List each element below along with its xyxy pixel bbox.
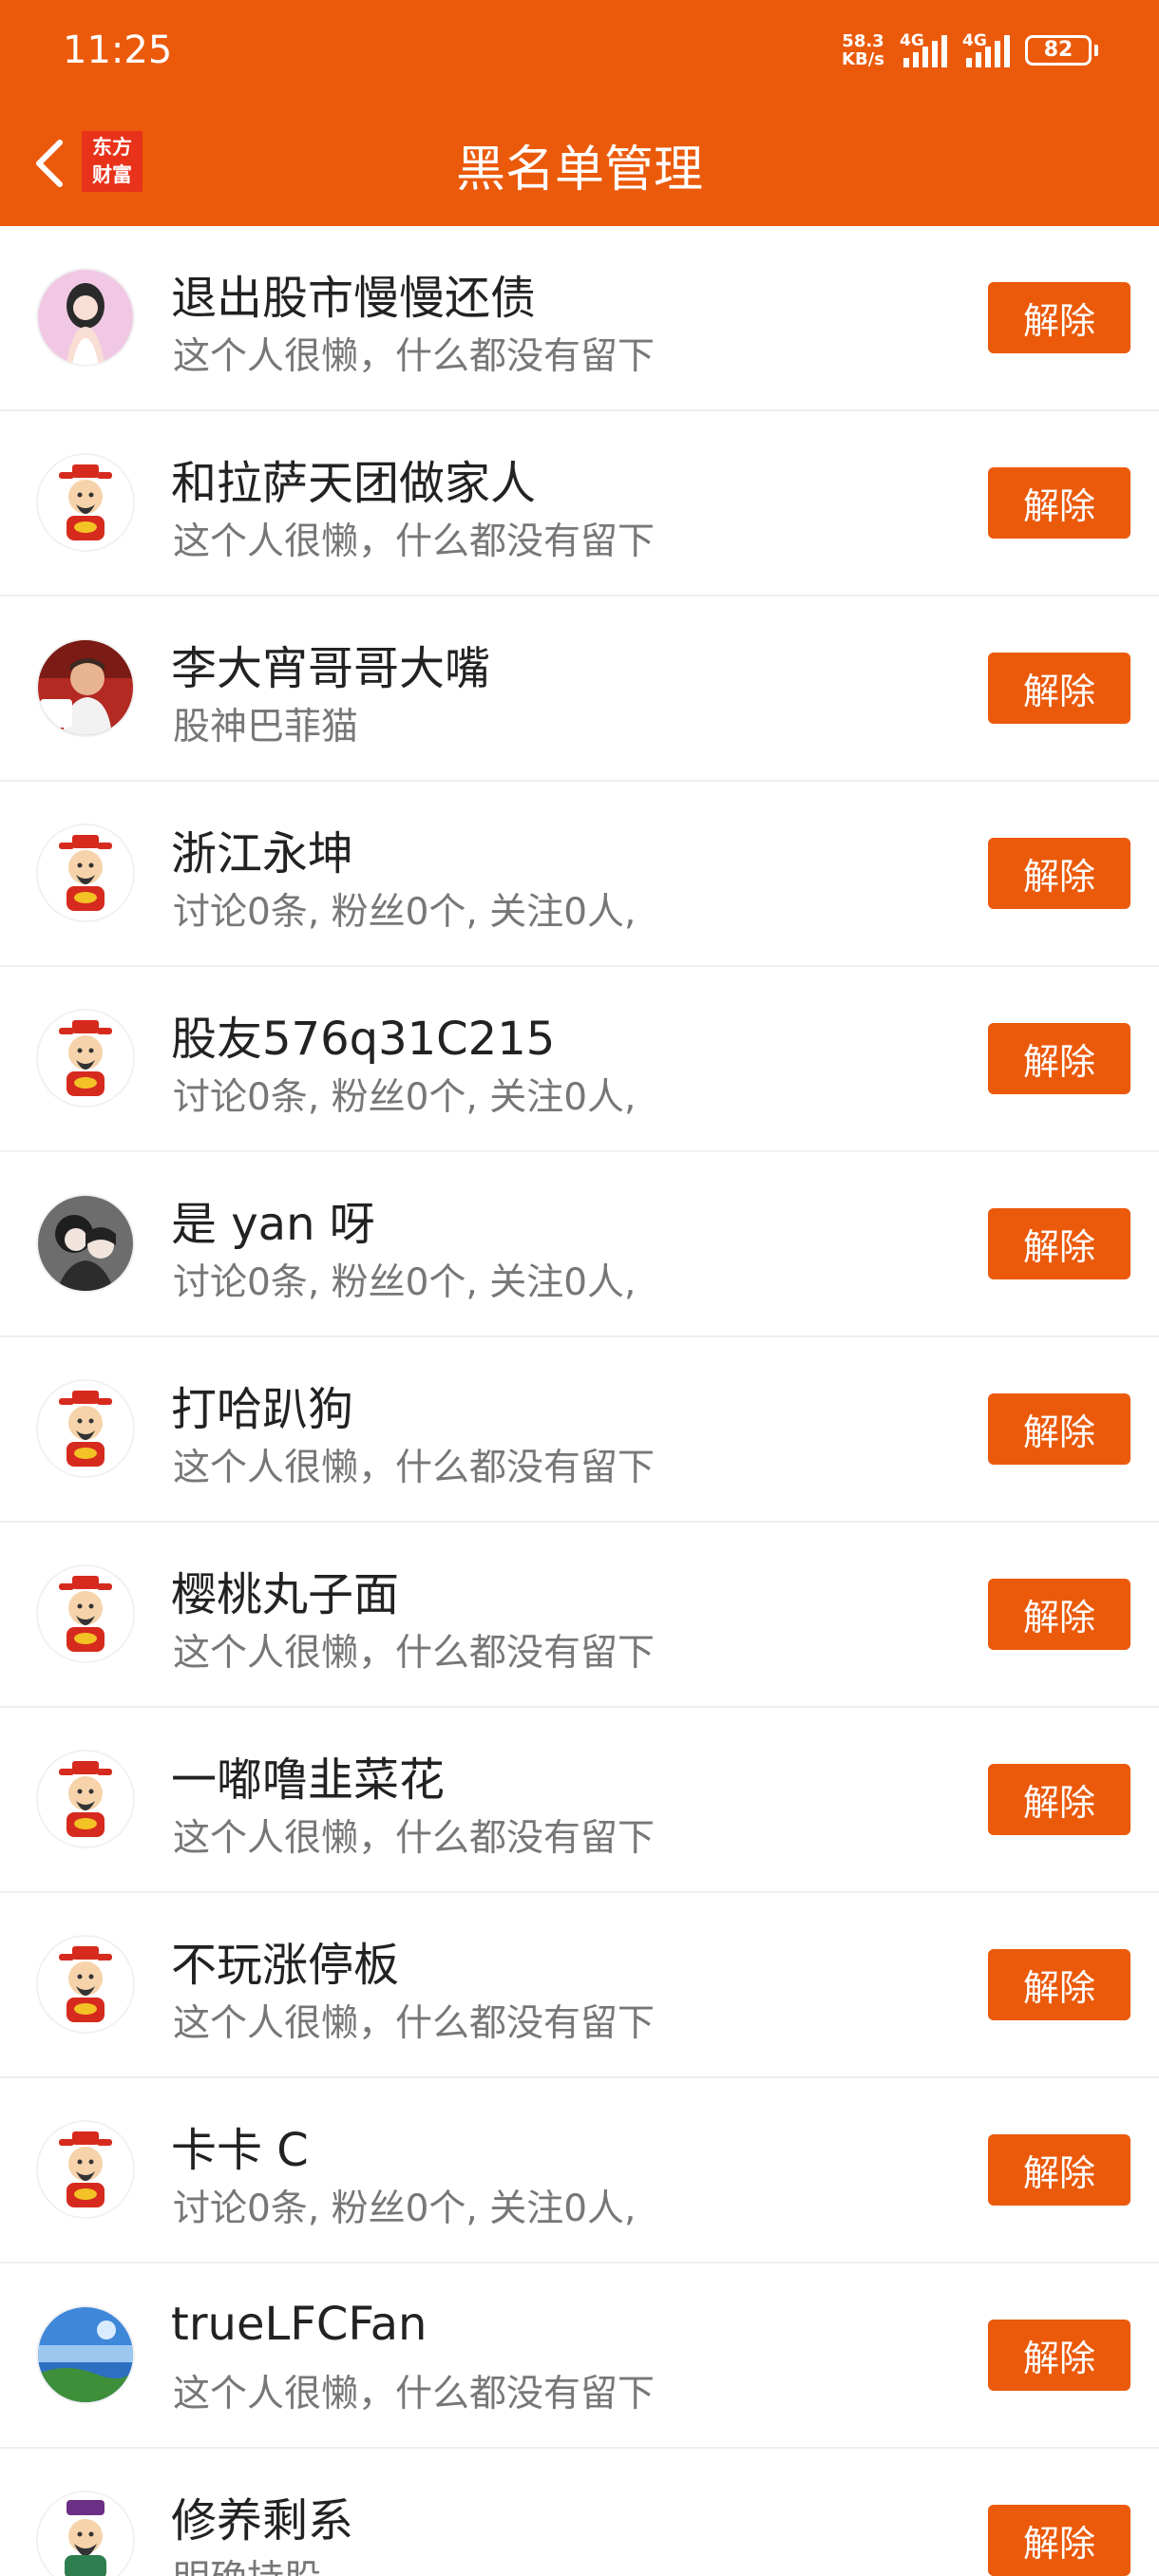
list-item: trueLFCFan 这个人很懒，什么都没有留下 解除 [0,2263,1159,2449]
god-of-wealth-avatar-image [38,2122,133,2217]
unblock-button[interactable]: 解除 [988,1023,1130,1094]
list-item: 浙江永坤 讨论0条, 粉丝0个, 关注0人, 解除 [0,782,1159,967]
list-item: 和拉萨天团做家人 这个人很懒，什么都没有留下 解除 [0,411,1159,597]
user-name: trueLFCFan [171,2298,428,2351]
signal-label: 4G [962,31,987,50]
photo-girl-avatar-image [38,270,133,365]
signal-label: 4G [900,31,924,50]
unblock-button[interactable]: 解除 [988,838,1130,909]
user-name: 李大宵哥哥大嘴 [171,642,491,695]
unblock-button[interactable]: 解除 [988,2320,1130,2391]
avatar [36,2120,135,2219]
unblock-button[interactable]: 解除 [988,1764,1130,1835]
avatar [36,453,135,552]
battery-level: 82 [1025,35,1092,66]
god-of-wealth-avatar-image [38,1566,133,1661]
user-name: 打哈趴狗 [171,1383,354,1436]
avatar [36,1194,135,1293]
list-item: 是 yan 呀 讨论0条, 粉丝0个, 关注0人, 解除 [0,1152,1159,1337]
god-of-wealth-avatar-image [38,455,133,550]
user-name: 股友576q31C215 [171,1013,556,1066]
photo-anime-avatar-image [38,1196,133,1291]
unblock-button[interactable]: 解除 [988,653,1130,724]
list-item: 不玩涨停板 这个人很懒，什么都没有留下 解除 [0,1893,1159,2078]
user-description: 讨论0条, 粉丝0个, 关注0人, [173,1076,636,1119]
list-item: 修养剩系 明确持股 解除 [0,2449,1159,2576]
unblock-button[interactable]: 解除 [988,467,1130,539]
battery-icon: 82 [1025,35,1098,66]
unblock-button[interactable]: 解除 [988,1208,1130,1279]
avatar [36,638,135,737]
status-time: 11:25 [63,28,173,72]
user-name: 退出股市慢慢还债 [171,272,537,325]
god-of-wealth-alt-avatar-image [38,2492,133,2576]
user-description: 这个人很懒，什么都没有留下 [173,2002,656,2045]
avatar [36,1379,135,1478]
list-item: 打哈趴狗 这个人很懒，什么都没有留下 解除 [0,1337,1159,1523]
blacklist: 退出股市慢慢还债 这个人很懒，什么都没有留下 解除 和拉萨天团做家人 这个人很懒… [0,226,1159,2576]
unblock-button[interactable]: 解除 [988,2505,1130,2576]
god-of-wealth-avatar-image [38,1011,133,1106]
user-description: 这个人很懒，什么都没有留下 [173,335,656,378]
user-description: 这个人很懒，什么都没有留下 [173,1447,656,1489]
list-item: 退出股市慢慢还债 这个人很懒，什么都没有留下 解除 [0,226,1159,411]
avatar [36,824,135,922]
user-name: 浙江永坤 [171,827,354,881]
user-description: 讨论0条, 粉丝0个, 关注0人, [173,1261,636,1304]
unblock-button[interactable]: 解除 [988,1949,1130,2020]
user-description: 这个人很懒，什么都没有留下 [173,521,656,563]
user-name: 是 yan 呀 [171,1198,375,1251]
list-item: 卡卡 C 讨论0条, 粉丝0个, 关注0人, 解除 [0,2078,1159,2263]
avatar [36,1750,135,1848]
unblock-button[interactable]: 解除 [988,1579,1130,1650]
user-description: 这个人很懒，什么都没有留下 [173,2373,656,2415]
user-description: 讨论0条, 粉丝0个, 关注0人, [173,891,636,934]
god-of-wealth-avatar-image [38,1937,133,2032]
list-item: 樱桃丸子面 这个人很懒，什么都没有留下 解除 [0,1523,1159,1708]
user-description: 讨论0条, 粉丝0个, 关注0人, [173,2188,636,2230]
network-speed-unit: KB/s [842,49,884,69]
network-speed: 58.3 KB/s [842,32,884,68]
signal-icon: 4G [962,31,1010,67]
avatar [36,2491,135,2576]
user-name: 一嘟噜韭菜花 [171,1753,446,1807]
user-description: 股神巴菲猫 [173,706,359,748]
status-bar: 11:25 58.3 KB/s 4G 4G 82 [0,0,1159,104]
god-of-wealth-avatar-image [38,1752,133,1847]
page-title: 黑名单管理 [455,142,703,199]
god-of-wealth-avatar-image [38,825,133,920]
status-icons: 58.3 KB/s 4G 4G 82 [842,31,1098,68]
network-speed-value: 58.3 [842,31,884,51]
avatar [36,1935,135,2034]
unblock-button[interactable]: 解除 [988,1393,1130,1465]
list-item: 股友576q31C215 讨论0条, 粉丝0个, 关注0人, 解除 [0,967,1159,1152]
list-item: 一嘟噜韭菜花 这个人很懒，什么都没有留下 解除 [0,1708,1159,1893]
photo-landscape-avatar-image [38,2307,133,2402]
avatar [36,1564,135,1663]
unblock-button[interactable]: 解除 [988,2134,1130,2206]
unblock-button[interactable]: 解除 [988,282,1130,353]
user-description: 这个人很懒，什么都没有留下 [173,1632,656,1675]
user-name: 不玩涨停板 [171,1939,400,1992]
user-name: 修养剩系 [171,2494,354,2548]
avatar [36,268,135,367]
signal-icon: 4G [900,31,947,67]
avatar [36,2305,135,2404]
nav-bar: 东方 财富 黑名单管理 [0,104,1159,226]
avatar [36,1009,135,1108]
user-name: 和拉萨天团做家人 [171,457,537,510]
user-description: 明确持股 [173,2549,321,2576]
user-name: 樱桃丸子面 [171,1568,400,1621]
photo-man-avatar-image [38,640,133,735]
list-item: 李大宵哥哥大嘴 股神巴菲猫 解除 [0,597,1159,782]
user-description: 这个人很懒，什么都没有留下 [173,1817,656,1860]
god-of-wealth-avatar-image [38,1381,133,1476]
app-header: 11:25 58.3 KB/s 4G 4G 82 东方 财富 黑名单管理 [0,0,1159,226]
user-name: 卡卡 C [171,2124,309,2177]
